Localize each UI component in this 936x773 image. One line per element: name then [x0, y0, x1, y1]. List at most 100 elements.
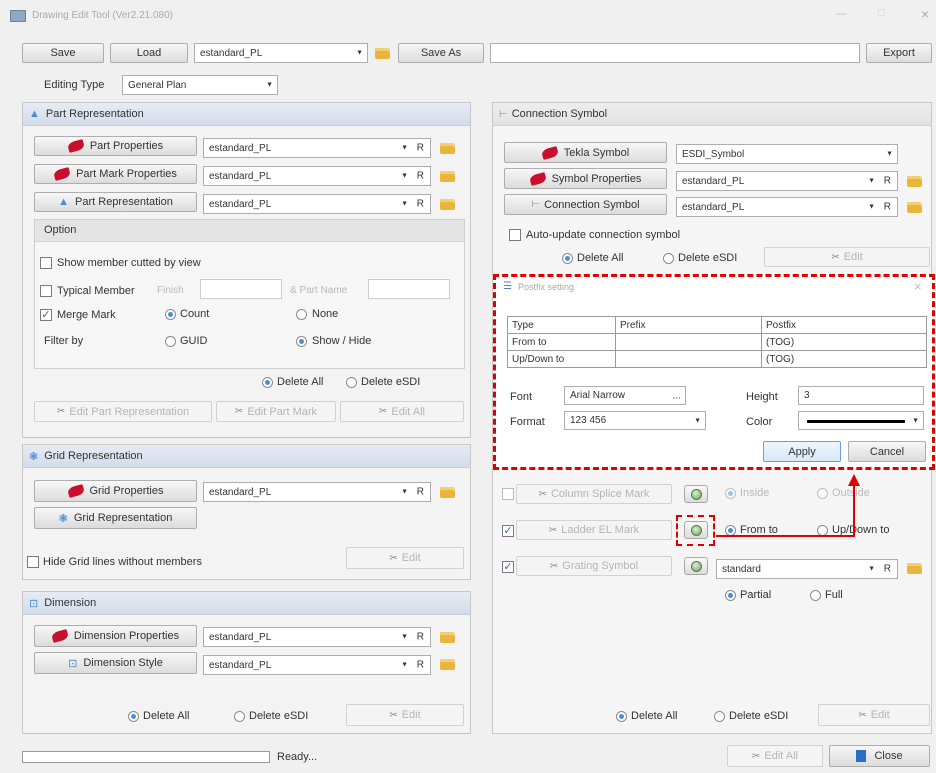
folder-icon[interactable]: [437, 195, 457, 213]
column-splice-button[interactable]: ✂ Column Splice Mark: [516, 484, 672, 504]
dimension-delete-esdi-radio[interactable]: [234, 711, 245, 722]
guid-radio[interactable]: [165, 336, 176, 347]
folder-icon[interactable]: [437, 139, 457, 157]
marks-edit-button[interactable]: ✂ Edit: [818, 704, 930, 726]
ladder-el-button[interactable]: ✂ Ladder EL Mark: [516, 520, 672, 540]
color-select[interactable]: ▼: [798, 411, 924, 430]
dimension-properties-select[interactable]: estandard_PL ▼ R: [203, 627, 431, 647]
folder-icon[interactable]: [437, 655, 457, 673]
tekla-symbol-select[interactable]: ESDI_Symbol ▼: [676, 144, 898, 164]
marks-delete-all-radio[interactable]: [616, 711, 627, 722]
edit-all-part-button[interactable]: ✂ Edit All: [340, 401, 464, 422]
connection-icon: ⊢: [499, 108, 508, 120]
format-select[interactable]: 123 456 ▼: [564, 411, 706, 430]
grating-checkbox[interactable]: ✓: [502, 561, 514, 573]
save-as-button[interactable]: Save As: [398, 43, 484, 63]
auto-update-checkbox[interactable]: [509, 229, 521, 241]
folder-icon[interactable]: [904, 172, 924, 190]
show-hide-radio[interactable]: [296, 336, 307, 347]
edit-part-representation-button[interactable]: ✂ Edit Part Representation: [34, 401, 212, 422]
tekla-icon: [540, 145, 559, 160]
count-radio[interactable]: [165, 309, 176, 320]
finish-field[interactable]: [200, 279, 282, 299]
save-as-field[interactable]: [490, 43, 860, 63]
folder-icon[interactable]: [437, 167, 457, 185]
dimension-style-select[interactable]: estandard_PL ▼ R: [203, 655, 431, 675]
hide-grid-lines-checkbox[interactable]: [27, 556, 39, 568]
part-properties-select[interactable]: estandard_PL ▼ R: [203, 138, 431, 158]
cancel-button[interactable]: Cancel: [848, 441, 926, 462]
connection-symbol-button[interactable]: ⊢ Connection Symbol: [504, 194, 667, 215]
edit-icon: ✂: [548, 524, 558, 536]
row-prefix[interactable]: [615, 350, 762, 368]
marks-delete-esdi-radio[interactable]: [714, 711, 725, 722]
conn-edit-button[interactable]: ✂ Edit: [764, 247, 930, 267]
part-delete-all-radio[interactable]: [262, 377, 273, 388]
row-postfix[interactable]: (TOG): [761, 333, 927, 351]
conn-delete-all-radio[interactable]: [562, 253, 573, 264]
part-delete-esdi-radio[interactable]: [346, 377, 357, 388]
dimension-properties-button[interactable]: Dimension Properties: [34, 625, 197, 647]
grid-representation-button[interactable]: ❃ Grid Representation: [34, 507, 197, 529]
folder-icon[interactable]: [372, 44, 392, 62]
symbol-props-icon: [528, 171, 547, 186]
symbol-properties-button[interactable]: Symbol Properties: [504, 168, 667, 189]
save-button[interactable]: Save: [22, 43, 104, 63]
window-close-button[interactable]: ×: [921, 6, 929, 22]
tekla-symbol-button[interactable]: Tekla Symbol: [504, 142, 667, 163]
dimension-delete-all-label: Delete All: [143, 710, 190, 722]
part-mark-properties-button[interactable]: Part Mark Properties: [34, 164, 197, 184]
part-representation-button[interactable]: ▲ Part Representation: [34, 192, 197, 212]
folder-icon[interactable]: [437, 628, 457, 646]
editing-type-label: Editing Type: [44, 79, 105, 91]
row-prefix[interactable]: [615, 333, 762, 351]
grid-properties-button[interactable]: Grid Properties: [34, 480, 197, 502]
folder-icon[interactable]: [904, 198, 924, 216]
row-postfix[interactable]: (TOG): [761, 350, 927, 368]
postfix-close-button[interactable]: ×: [914, 279, 922, 294]
chevron-down-icon: ▼: [266, 81, 273, 89]
part-mark-select[interactable]: estandard_PL ▼ R: [203, 166, 431, 186]
grating-select[interactable]: standard ▼ R: [716, 559, 898, 579]
editing-type-select[interactable]: General Plan ▼: [122, 75, 278, 95]
maximize-button[interactable]: □: [878, 7, 885, 19]
close-button[interactable]: Close: [829, 745, 930, 767]
dimension-edit-button[interactable]: ✂ Edit: [346, 704, 464, 726]
none-radio[interactable]: [296, 309, 307, 320]
ladder-el-checkbox[interactable]: ✓: [502, 525, 514, 537]
representation-icon: ▲: [58, 196, 70, 208]
folder-icon[interactable]: [437, 483, 457, 501]
edit-part-mark-button[interactable]: ✂ Edit Part Mark: [216, 401, 336, 422]
apply-button[interactable]: Apply: [763, 441, 841, 462]
dimension-delete-all-radio[interactable]: [128, 711, 139, 722]
folder-icon[interactable]: [904, 559, 924, 577]
grid-properties-select[interactable]: estandard_PL ▼ R: [203, 482, 431, 502]
part-name-field[interactable]: [368, 279, 450, 299]
symbol-properties-select[interactable]: estandard_PL ▼ R: [676, 171, 898, 191]
chevron-down-icon: ▼: [401, 633, 408, 641]
export-button[interactable]: Export: [866, 43, 932, 63]
font-field[interactable]: Arial Narrow...: [564, 386, 686, 405]
show-member-checkbox[interactable]: [40, 257, 52, 269]
full-radio[interactable]: [810, 590, 821, 601]
grating-settings-button[interactable]: [684, 557, 708, 575]
grid-edit-button[interactable]: ✂ Edit: [346, 547, 464, 569]
merge-mark-checkbox[interactable]: ✓: [40, 309, 52, 321]
hide-grid-lines-label: Hide Grid lines without members: [43, 556, 202, 568]
typical-member-checkbox[interactable]: [40, 285, 52, 297]
preset-select[interactable]: estandard_PL ▼: [194, 43, 368, 63]
conn-delete-esdi-radio[interactable]: [663, 253, 674, 264]
finish-label: Finish: [157, 285, 184, 296]
connection-symbol-select[interactable]: estandard_PL ▼ R: [676, 197, 898, 217]
show-hide-label: Show / Hide: [312, 335, 372, 347]
load-button[interactable]: Load: [110, 43, 188, 63]
part-properties-button[interactable]: Part Properties: [34, 136, 197, 156]
minimize-button[interactable]: —: [836, 8, 847, 20]
part-representation-select[interactable]: estandard_PL ▼ R: [203, 194, 431, 214]
partial-radio[interactable]: [725, 590, 736, 601]
footer-edit-all-button[interactable]: ✂ Edit All: [727, 745, 823, 767]
height-field[interactable]: 3: [798, 386, 924, 405]
dimension-style-button[interactable]: ⊡ Dimension Style: [34, 652, 197, 674]
grating-button[interactable]: ✂ Grating Symbol: [516, 556, 672, 576]
column-splice-checkbox[interactable]: [502, 488, 514, 500]
